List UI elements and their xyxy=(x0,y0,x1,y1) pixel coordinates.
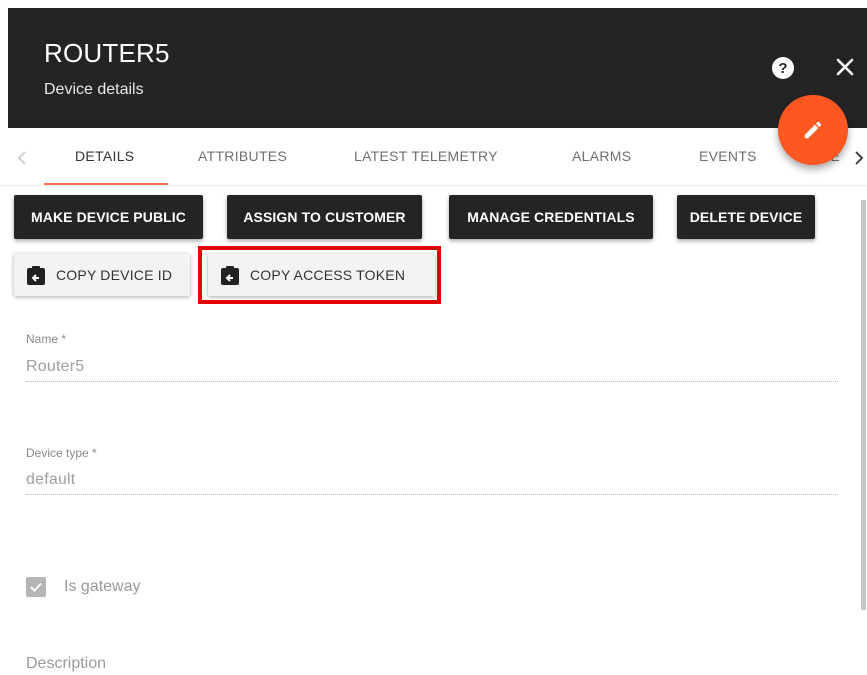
name-field-label: Name * xyxy=(26,332,67,346)
checkmark-icon xyxy=(30,582,42,592)
device-subtitle: Device details xyxy=(44,81,144,98)
is-gateway-checkbox[interactable] xyxy=(26,577,46,597)
delete-device-button[interactable]: DELETE DEVICE xyxy=(677,195,815,239)
tab-attributes[interactable]: ATTRIBUTES xyxy=(198,148,287,164)
copy-device-id-button[interactable]: COPY DEVICE ID xyxy=(14,254,190,296)
tab-alarms[interactable]: ALARMS xyxy=(572,148,631,164)
highlight-box xyxy=(198,246,441,304)
scrollbar-thumb[interactable] xyxy=(861,200,866,610)
close-icon[interactable] xyxy=(833,54,857,80)
active-tab-indicator xyxy=(44,183,168,185)
manage-credentials-button[interactable]: MANAGE CREDENTIALS xyxy=(449,195,653,239)
device-tabs: DETAILS ATTRIBUTES LATEST TELEMETRY ALAR… xyxy=(0,128,867,186)
name-field-underline xyxy=(26,381,838,382)
dialog-header: ROUTER5 Device details ? xyxy=(8,8,867,128)
clipboard-arrow-icon xyxy=(27,266,45,285)
device-type-field[interactable]: default xyxy=(26,471,75,489)
tab-details[interactable]: DETAILS xyxy=(75,148,134,164)
tab-events[interactable]: EVENTS xyxy=(699,148,757,164)
copy-device-id-label: COPY DEVICE ID xyxy=(56,267,173,283)
help-icon[interactable]: ? xyxy=(772,57,794,79)
device-type-field-label: Device type * xyxy=(26,446,97,460)
tab-latest-telemetry[interactable]: LATEST TELEMETRY xyxy=(354,148,498,164)
chevron-right-icon[interactable] xyxy=(849,146,867,170)
name-field[interactable]: Router5 xyxy=(26,358,84,376)
assign-to-customer-button[interactable]: ASSIGN TO CUSTOMER xyxy=(227,195,422,239)
device-type-field-underline xyxy=(26,494,838,495)
edit-fab-button[interactable] xyxy=(778,95,848,165)
scrollbar[interactable] xyxy=(859,190,867,675)
description-field[interactable]: Description xyxy=(26,655,106,673)
pencil-icon xyxy=(804,121,822,139)
chevron-left-icon[interactable] xyxy=(12,146,32,170)
device-title: ROUTER5 xyxy=(44,38,170,68)
make-device-public-button[interactable]: MAKE DEVICE PUBLIC xyxy=(14,195,203,239)
is-gateway-label: Is gateway xyxy=(64,578,141,595)
